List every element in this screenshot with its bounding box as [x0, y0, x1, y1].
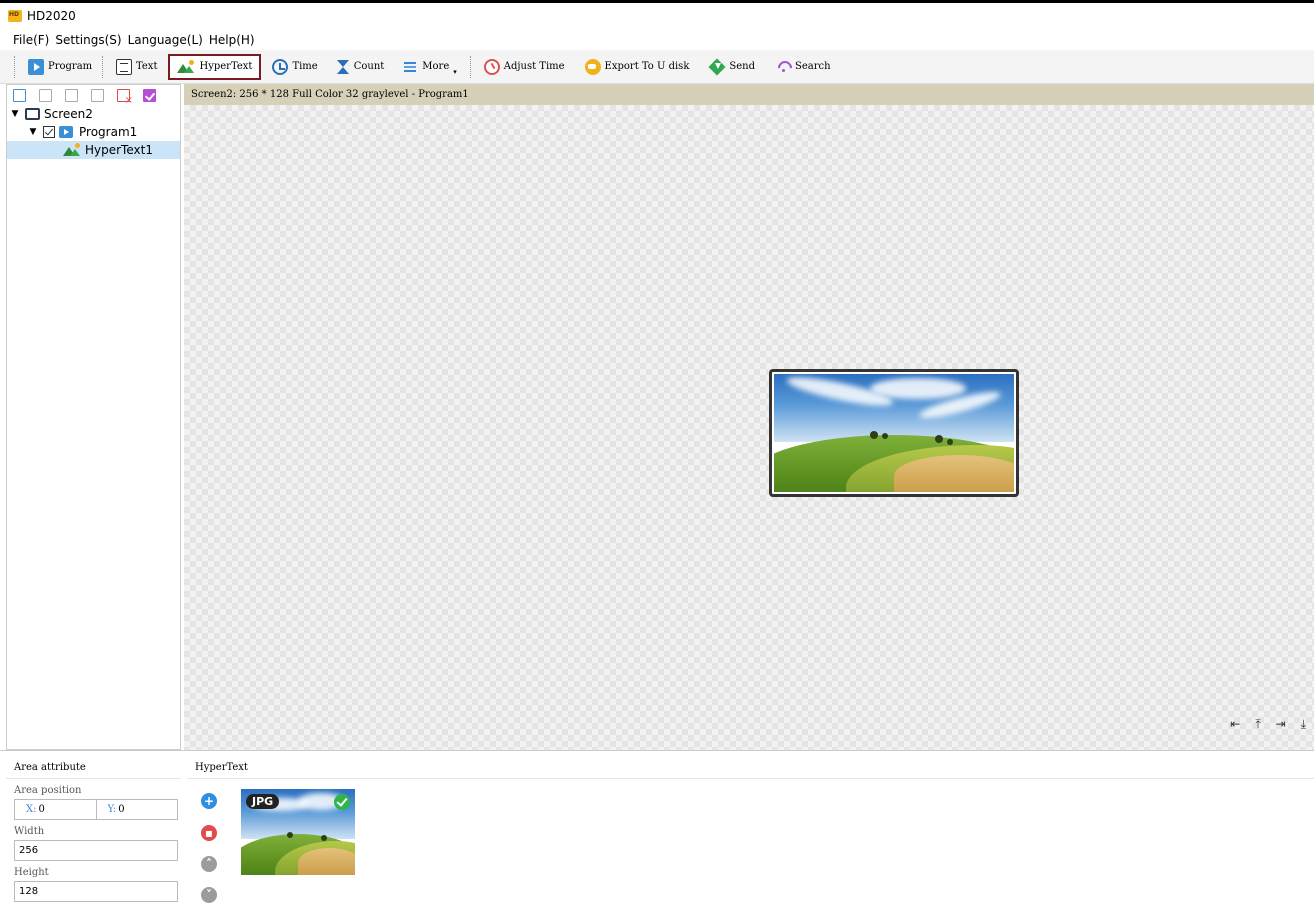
monitor-icon — [25, 108, 40, 120]
image-thumbnail[interactable]: JPG — [241, 789, 355, 875]
chevron-down-icon[interactable]: ▼ — [27, 127, 39, 137]
program-tree-panel: ▼ Screen2 ▼ Program1 HyperText1 — [6, 84, 181, 750]
screen-info-bar: Screen2: 256 * 128 Full Color 32 graylev… — [184, 84, 1314, 105]
search-label: Search — [795, 61, 831, 72]
count-button[interactable]: Count — [329, 54, 392, 80]
landscape-image — [774, 374, 1014, 492]
program-icon — [28, 58, 44, 75]
adjust-time-label: Adjust Time — [503, 61, 565, 72]
program-icon — [59, 126, 73, 138]
toolbar-separator — [102, 55, 103, 78]
more-icon — [402, 59, 418, 75]
check-circle-icon — [334, 794, 350, 810]
wifi-search-icon — [775, 59, 791, 75]
menu-language[interactable]: Language(L) — [125, 33, 206, 47]
program-label: Program — [48, 61, 93, 72]
toolbar: Program Text HyperText Time Count More ▾… — [0, 50, 1314, 84]
text-icon — [116, 58, 132, 75]
width-label: Width — [14, 826, 45, 837]
more-button[interactable]: More ▾ — [395, 54, 463, 80]
copy-icon[interactable] — [39, 88, 52, 102]
toolbar-separator — [14, 55, 15, 78]
alignment-toolbar: ⇤ ⤒ ⇥ ⤓ — [1230, 717, 1306, 732]
image-icon — [177, 59, 195, 75]
align-right-icon[interactable]: ⇥ — [1276, 717, 1286, 732]
app-title: HD2020 — [27, 9, 76, 23]
tree-item-program[interactable]: ▼ Program1 — [7, 123, 180, 141]
x-field[interactable]: X: 0 — [15, 800, 97, 819]
send-label: Send — [729, 61, 756, 72]
move-up-icon[interactable] — [65, 88, 78, 102]
time-button[interactable]: Time — [265, 54, 324, 80]
y-value: 0 — [118, 804, 125, 815]
send-button[interactable]: Send — [702, 54, 762, 80]
file-type-badge: JPG — [246, 794, 280, 809]
program-checkbox[interactable] — [43, 126, 55, 138]
toolbar-separator — [469, 55, 471, 78]
hourglass-icon — [336, 59, 350, 75]
add-icon[interactable]: + — [201, 793, 217, 809]
app-logo-icon — [8, 10, 22, 22]
chevron-down-icon[interactable]: ▼ — [9, 109, 21, 119]
x-label: X: — [26, 804, 37, 815]
align-top-icon[interactable]: ⤒ — [1255, 717, 1260, 732]
height-label: Height — [14, 867, 49, 878]
menu-settings[interactable]: Settings(S) — [52, 33, 124, 47]
new-icon[interactable] — [13, 88, 26, 102]
gauge-icon — [483, 58, 500, 75]
move-down-icon[interactable]: ˅ — [201, 887, 217, 903]
hypertext-panel-title: HyperText — [187, 757, 1314, 779]
dropdown-arrow-icon: ▾ — [453, 67, 457, 76]
count-label: Count — [353, 61, 385, 72]
text-button[interactable]: Text — [109, 54, 164, 80]
tree-item-hypertext[interactable]: HyperText1 — [7, 141, 180, 159]
y-label: Y: — [107, 804, 117, 815]
align-left-icon[interactable]: ⇤ — [1230, 717, 1240, 732]
clock-icon — [272, 58, 289, 75]
search-button[interactable]: Search — [768, 54, 838, 80]
move-up-icon[interactable]: ˄ — [201, 856, 217, 872]
export-label: Export To U disk — [604, 61, 690, 72]
tree-item-screen[interactable]: ▼ Screen2 — [7, 105, 180, 123]
x-value: 0 — [38, 804, 45, 815]
menu-bar: File(F) Settings(S) Language(L) Help(H) — [0, 29, 1314, 50]
hypertext-item-label: HyperText1 — [85, 143, 153, 157]
menu-help[interactable]: Help(H) — [206, 33, 258, 47]
tree-toolbar — [7, 85, 180, 106]
program-label: Program1 — [79, 125, 138, 139]
hypertext-button[interactable]: HyperText — [168, 53, 262, 80]
hypertext-area[interactable] — [769, 369, 1019, 497]
area-position-fields: X: 0 Y: 0 — [14, 799, 178, 820]
usb-disk-icon — [584, 58, 601, 75]
text-label: Text — [136, 61, 158, 72]
image-icon — [63, 142, 81, 158]
select-all-icon[interactable] — [143, 88, 156, 102]
width-field[interactable]: 256 — [14, 840, 178, 861]
more-label: More — [422, 61, 450, 72]
align-bottom-icon[interactable]: ⤓ — [1301, 717, 1306, 732]
adjust-time-button[interactable]: Adjust Time — [477, 54, 572, 80]
program-button[interactable]: Program — [21, 54, 96, 80]
send-icon — [709, 59, 725, 75]
area-attribute-title: Area attribute — [6, 757, 181, 779]
area-attribute-panel: Area attribute Area position X: 0 Y: 0 W… — [6, 757, 181, 913]
export-usb-button[interactable]: Export To U disk — [578, 54, 697, 80]
area-position-label: Area position — [14, 785, 82, 796]
preview-canvas[interactable]: ⇤ ⤒ ⇥ ⤓ — [184, 105, 1314, 750]
y-field[interactable]: Y: 0 — [97, 800, 178, 819]
height-field[interactable]: 128 — [14, 881, 178, 902]
title-bar: HD2020 — [0, 3, 1314, 29]
hypertext-label: HyperText — [199, 61, 253, 72]
time-label: Time — [292, 61, 318, 72]
trash-icon[interactable]: ▪ — [201, 825, 217, 841]
hypertext-panel: HyperText + ▪ ˄ ˅ JPG — [187, 757, 1314, 913]
menu-file[interactable]: File(F) — [10, 33, 52, 47]
properties-panel: Area attribute Area position X: 0 Y: 0 W… — [0, 750, 1314, 912]
screen-label: Screen2 — [44, 107, 93, 121]
move-down-icon[interactable] — [91, 88, 104, 102]
delete-icon[interactable] — [117, 88, 133, 106]
